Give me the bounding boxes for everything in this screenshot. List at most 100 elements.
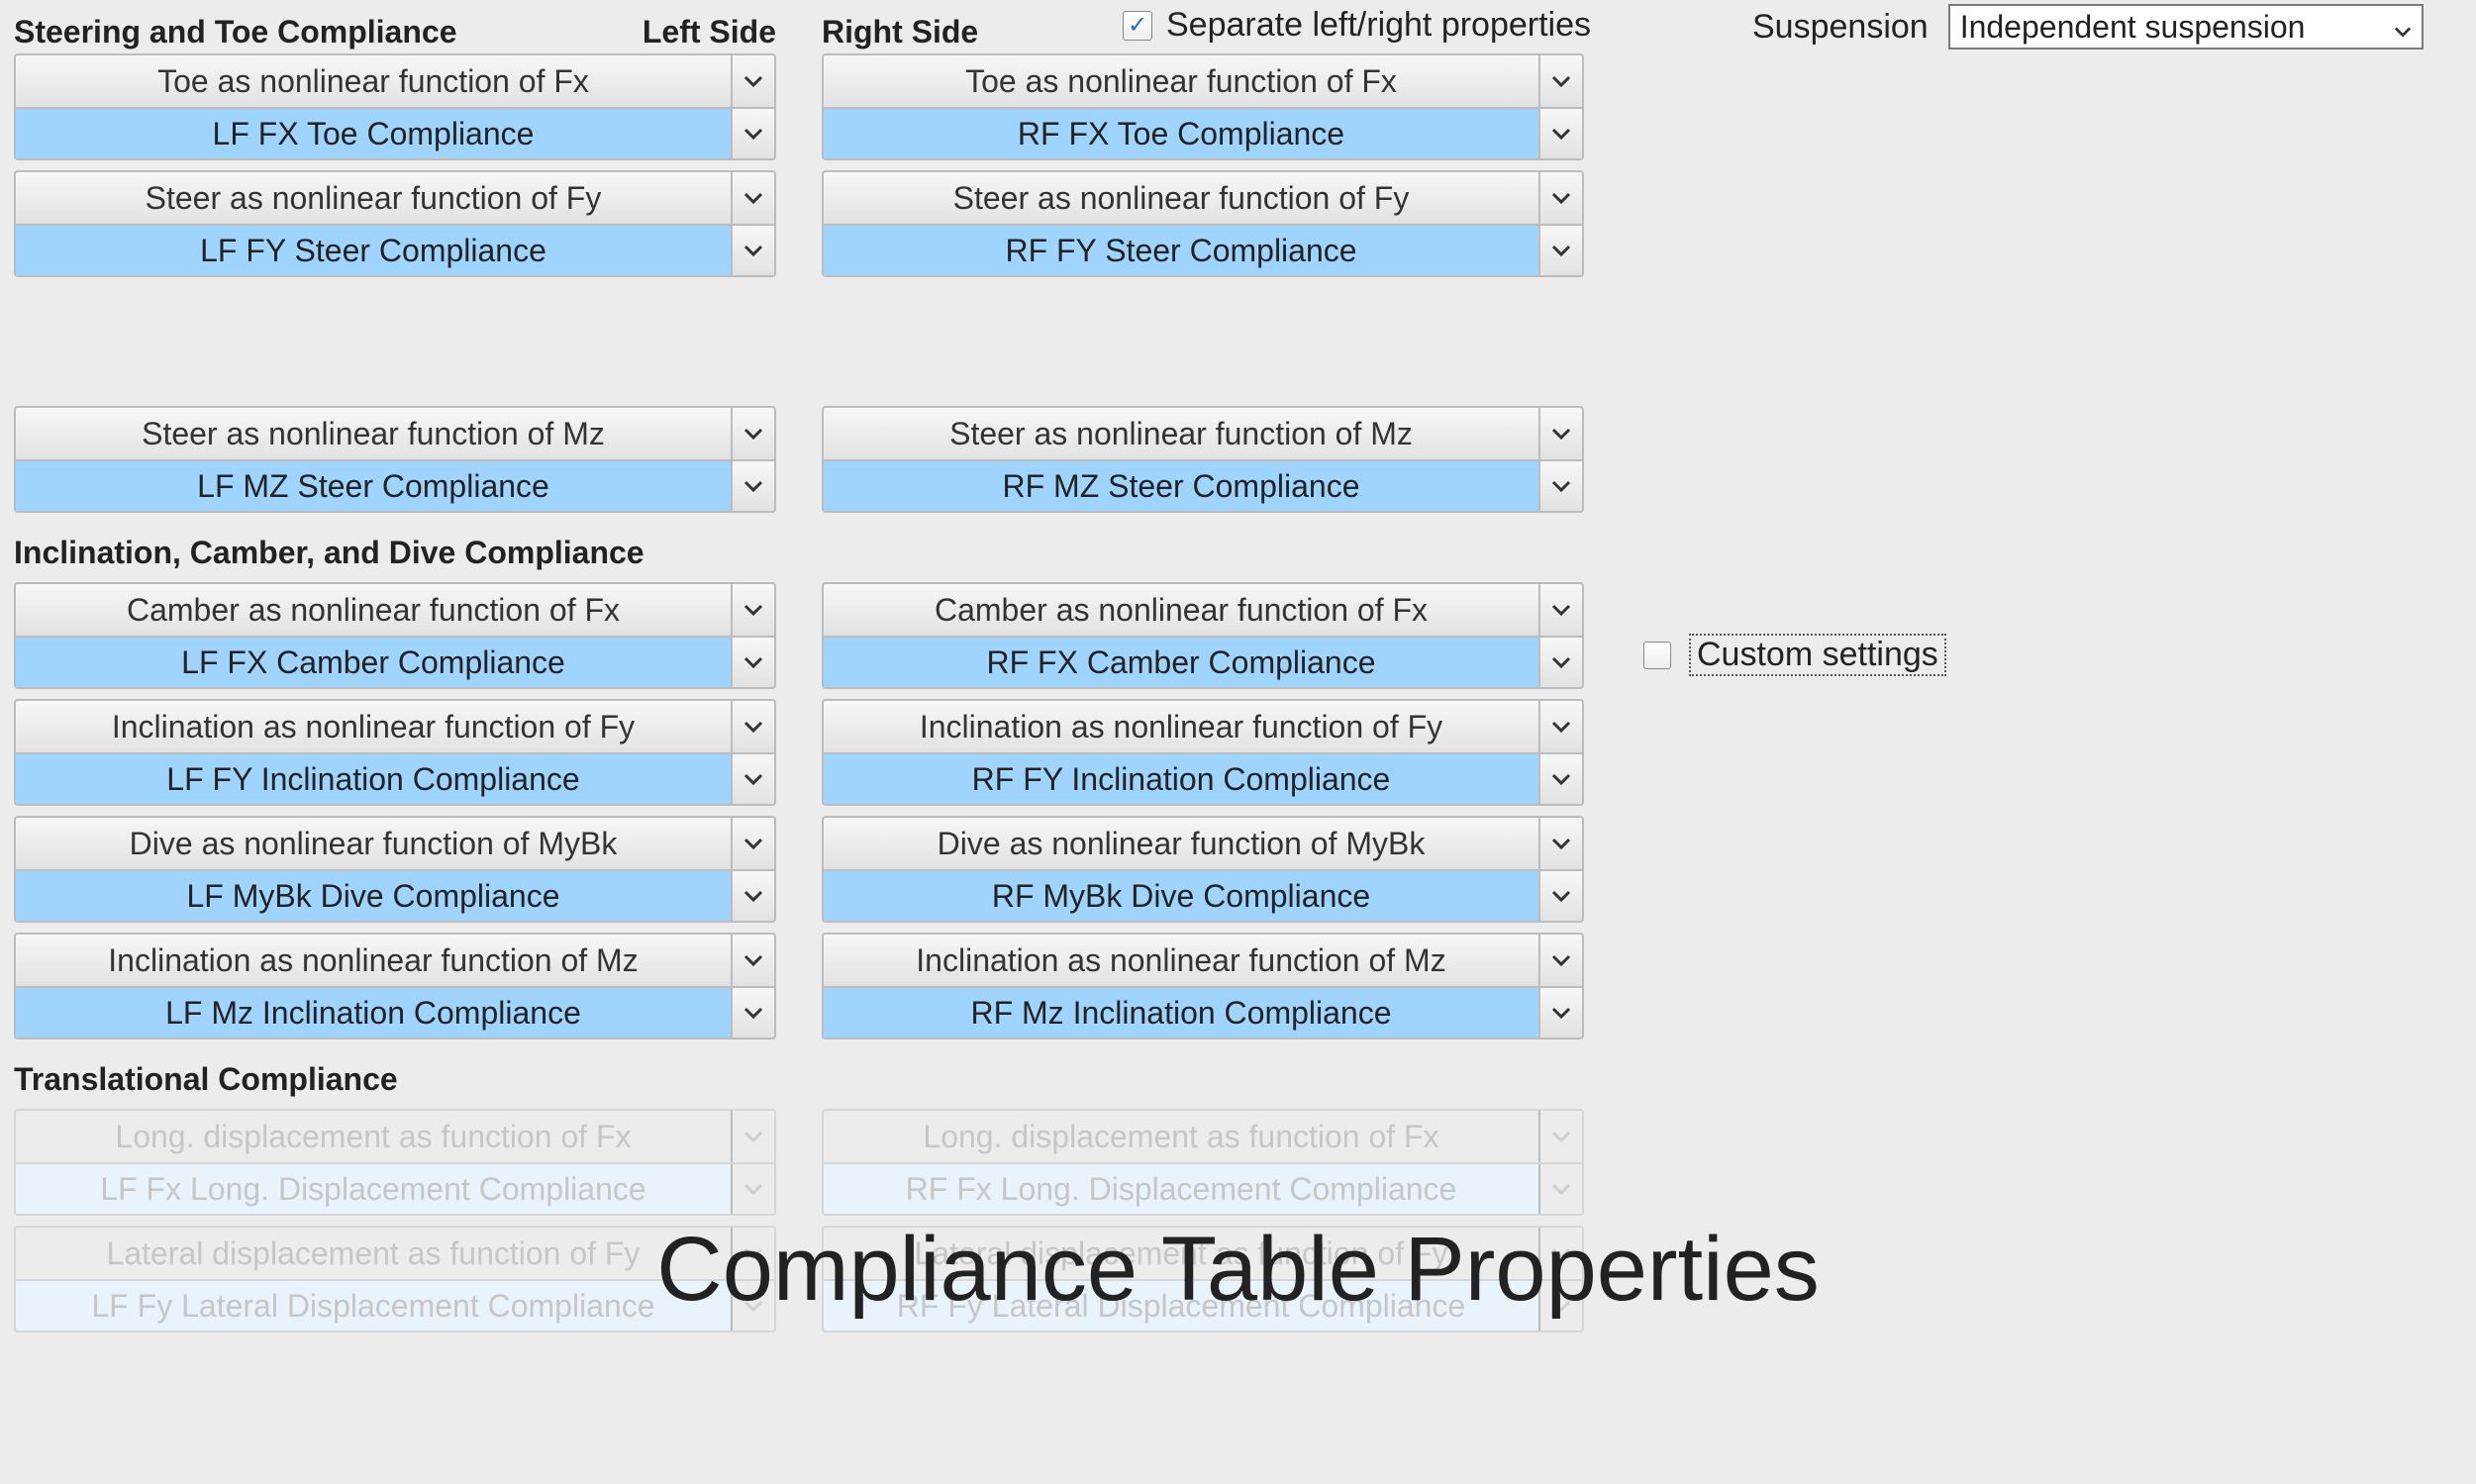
dataset-select-label: RF Fy Lateral Displacement Compliance bbox=[824, 1281, 1538, 1331]
chevron-down-icon[interactable] bbox=[731, 701, 774, 752]
dataset-select-row[interactable]: LF FY Steer Compliance bbox=[16, 224, 774, 275]
chevron-down-icon[interactable] bbox=[731, 935, 774, 986]
compliance-block: Inclination as nonlinear function of FyR… bbox=[822, 699, 1584, 806]
chevron-down-icon bbox=[731, 1111, 774, 1162]
chevron-down-icon[interactable] bbox=[1538, 638, 1582, 687]
steering-columns: Toe as nonlinear function of FxLF FX Toe… bbox=[14, 53, 2462, 523]
type-select-row[interactable]: Toe as nonlinear function of Fx bbox=[16, 55, 774, 107]
type-select-row[interactable]: Inclination as nonlinear function of Mz bbox=[16, 935, 774, 986]
chevron-down-icon[interactable] bbox=[731, 584, 774, 636]
separate-lr-control: ✓ Separate left/right properties bbox=[1123, 6, 1591, 45]
chevron-down-icon[interactable] bbox=[1538, 701, 1582, 752]
dataset-select-label: RF FX Camber Compliance bbox=[824, 638, 1538, 687]
chevron-down-icon[interactable] bbox=[731, 172, 774, 224]
type-select-row: Lateral displacement as function of Fy bbox=[16, 1228, 774, 1279]
chevron-down-icon bbox=[731, 1228, 774, 1279]
type-select-row[interactable]: Steer as nonlinear function of Fy bbox=[16, 172, 774, 224]
type-select-label: Dive as nonlinear function of MyBk bbox=[16, 818, 731, 869]
chevron-down-icon[interactable] bbox=[731, 109, 774, 158]
chevron-down-icon[interactable] bbox=[1538, 461, 1582, 511]
steering-right-col: Toe as nonlinear function of FxRF FX Toe… bbox=[822, 53, 1584, 523]
spacer bbox=[14, 287, 776, 406]
chevron-down-icon[interactable] bbox=[1538, 172, 1582, 224]
type-select-label: Steer as nonlinear function of Mz bbox=[824, 408, 1538, 459]
chevron-down-icon[interactable] bbox=[1538, 988, 1582, 1038]
dataset-select-row[interactable]: LF FX Camber Compliance bbox=[16, 636, 774, 687]
compliance-block: Lateral displacement as function of FyLF… bbox=[14, 1226, 776, 1333]
type-select-label: Lateral displacement as function of Fy bbox=[16, 1228, 731, 1279]
suspension-select[interactable]: Independent suspension bbox=[1948, 4, 2424, 49]
type-select-label: Inclination as nonlinear function of Mz bbox=[16, 935, 731, 986]
dataset-select-row[interactable]: LF FY Inclination Compliance bbox=[16, 752, 774, 804]
chevron-down-icon[interactable] bbox=[1538, 935, 1582, 986]
compliance-block: Long. displacement as function of FxRF F… bbox=[822, 1109, 1584, 1216]
chevron-down-icon[interactable] bbox=[731, 818, 774, 869]
dataset-select-label: RF FY Steer Compliance bbox=[824, 226, 1538, 275]
dataset-select-row[interactable]: RF Mz Inclination Compliance bbox=[824, 986, 1582, 1038]
type-select-row[interactable]: Toe as nonlinear function of Fx bbox=[824, 55, 1582, 107]
dataset-select-row[interactable]: RF MZ Steer Compliance bbox=[824, 459, 1582, 511]
chevron-down-icon[interactable] bbox=[1538, 408, 1582, 459]
dataset-select-row[interactable]: RF FX Toe Compliance bbox=[824, 107, 1582, 158]
chevron-down-icon[interactable] bbox=[731, 871, 774, 921]
dataset-select-row[interactable]: LF FX Toe Compliance bbox=[16, 107, 774, 158]
section2-header: Inclination, Camber, and Dive Compliance bbox=[14, 531, 2462, 574]
dataset-select-row[interactable]: RF FY Steer Compliance bbox=[824, 224, 1582, 275]
custom-settings-checkbox[interactable] bbox=[1643, 642, 1671, 669]
type-select-label: Steer as nonlinear function of Fy bbox=[824, 172, 1538, 224]
dataset-select-row[interactable]: LF MyBk Dive Compliance bbox=[16, 869, 774, 921]
dataset-select-label: RF MZ Steer Compliance bbox=[824, 461, 1538, 511]
chevron-down-icon[interactable] bbox=[1538, 818, 1582, 869]
chevron-down-icon[interactable] bbox=[1538, 871, 1582, 921]
camber-right-col: Camber as nonlinear function of FxRF FX … bbox=[822, 582, 1584, 1049]
dataset-select-row[interactable]: LF Mz Inclination Compliance bbox=[16, 986, 774, 1038]
chevron-down-icon[interactable] bbox=[731, 408, 774, 459]
type-select-row[interactable]: Steer as nonlinear function of Mz bbox=[824, 408, 1582, 459]
dataset-select-label: RF Mz Inclination Compliance bbox=[824, 988, 1538, 1038]
type-select-row[interactable]: Steer as nonlinear function of Fy bbox=[824, 172, 1582, 224]
type-select-row[interactable]: Camber as nonlinear function of Fx bbox=[16, 584, 774, 636]
dataset-select-row[interactable]: RF FY Inclination Compliance bbox=[824, 752, 1582, 804]
type-select-row[interactable]: Inclination as nonlinear function of Fy bbox=[16, 701, 774, 752]
chevron-down-icon bbox=[1538, 1111, 1582, 1162]
section3-title: Translational Compliance bbox=[14, 1061, 398, 1098]
chevron-down-icon[interactable] bbox=[731, 226, 774, 275]
separate-lr-checkbox[interactable]: ✓ bbox=[1123, 11, 1152, 41]
type-select-row[interactable]: Camber as nonlinear function of Fx bbox=[824, 584, 1582, 636]
right-side-label: Right Side bbox=[822, 14, 978, 50]
compliance-block: Steer as nonlinear function of FyLF FY S… bbox=[14, 170, 776, 277]
compliance-block: Dive as nonlinear function of MyBkLF MyB… bbox=[14, 816, 776, 923]
type-select-row[interactable]: Inclination as nonlinear function of Mz bbox=[824, 935, 1582, 986]
type-select-label: Steer as nonlinear function of Mz bbox=[16, 408, 731, 459]
dataset-select-row[interactable]: LF MZ Steer Compliance bbox=[16, 459, 774, 511]
compliance-block: Steer as nonlinear function of MzLF MZ S… bbox=[14, 406, 776, 513]
chevron-down-icon[interactable] bbox=[1538, 109, 1582, 158]
spacer bbox=[822, 287, 1584, 406]
chevron-down-icon[interactable] bbox=[731, 638, 774, 687]
chevron-down-icon[interactable] bbox=[731, 754, 774, 804]
dataset-select-row[interactable]: RF MyBk Dive Compliance bbox=[824, 869, 1582, 921]
type-select-label: Dive as nonlinear function of MyBk bbox=[824, 818, 1538, 869]
dataset-select-label: LF FY Inclination Compliance bbox=[16, 754, 731, 804]
chevron-down-icon[interactable] bbox=[1538, 584, 1582, 636]
type-select-row[interactable]: Steer as nonlinear function of Mz bbox=[16, 408, 774, 459]
compliance-block: Inclination as nonlinear function of MzR… bbox=[822, 933, 1584, 1039]
chevron-down-icon[interactable] bbox=[1538, 226, 1582, 275]
steering-left-col: Toe as nonlinear function of FxLF FX Toe… bbox=[14, 53, 776, 523]
dataset-select-label: LF Fx Long. Displacement Compliance bbox=[16, 1164, 731, 1214]
type-select-row[interactable]: Dive as nonlinear function of MyBk bbox=[16, 818, 774, 869]
chevron-down-icon[interactable] bbox=[731, 461, 774, 511]
chevron-down-icon[interactable] bbox=[731, 988, 774, 1038]
type-select-label: Camber as nonlinear function of Fx bbox=[16, 584, 731, 636]
compliance-block: Camber as nonlinear function of FxLF FX … bbox=[14, 582, 776, 689]
section1-title: Steering and Toe Compliance bbox=[14, 14, 456, 50]
chevron-down-icon[interactable] bbox=[1538, 55, 1582, 107]
chevron-down-icon[interactable] bbox=[731, 55, 774, 107]
compliance-block: Steer as nonlinear function of FyRF FY S… bbox=[822, 170, 1584, 277]
dataset-select-row[interactable]: RF FX Camber Compliance bbox=[824, 636, 1582, 687]
type-select-row[interactable]: Dive as nonlinear function of MyBk bbox=[824, 818, 1582, 869]
type-select-label: Toe as nonlinear function of Fx bbox=[16, 55, 731, 107]
compliance-page: Steering and Toe Compliance Left Side Ri… bbox=[0, 0, 2476, 1484]
type-select-row[interactable]: Inclination as nonlinear function of Fy bbox=[824, 701, 1582, 752]
chevron-down-icon[interactable] bbox=[1538, 754, 1582, 804]
